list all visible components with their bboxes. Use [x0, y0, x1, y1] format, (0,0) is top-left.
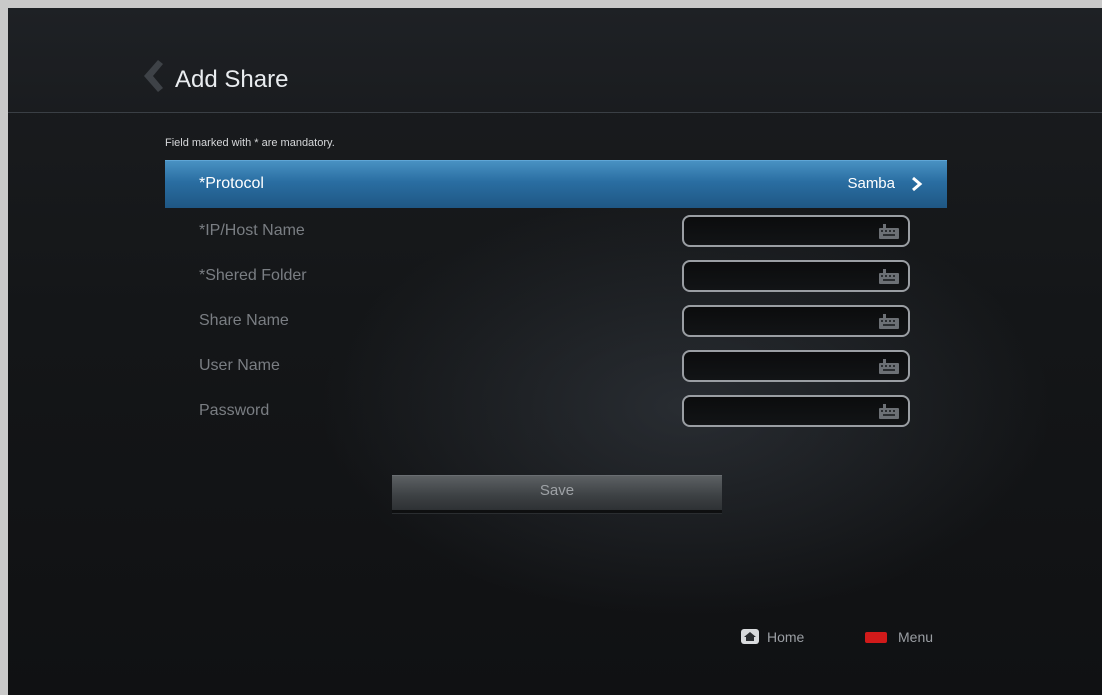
keyboard-icon[interactable]: [878, 223, 900, 240]
protocol-row[interactable]: *Protocol Samba: [165, 160, 947, 208]
protocol-value: Samba: [847, 175, 895, 192]
keyboard-icon[interactable]: [878, 358, 900, 375]
title-bar: Add Share: [8, 8, 1102, 113]
keyboard-icon[interactable]: [878, 268, 900, 285]
menu-label: Menu: [898, 629, 934, 645]
keyboard-icon[interactable]: [878, 403, 900, 420]
user-name-label: User Name: [199, 357, 280, 374]
share-name-input[interactable]: [682, 305, 910, 337]
password-row: Password: [165, 389, 947, 433]
password-input[interactable]: [682, 395, 910, 427]
ip-host-name-input[interactable]: [682, 215, 910, 247]
chevron-right-icon: [912, 176, 923, 192]
menu-key-icon: [865, 632, 887, 643]
share-name-label: Share Name: [199, 312, 289, 329]
page-title: Add Share: [175, 66, 289, 93]
share-name-row: Share Name: [165, 299, 947, 343]
back-chevron-icon[interactable]: [136, 58, 164, 94]
shared-folder-label: *Shered Folder: [199, 267, 307, 284]
home-icon: [741, 629, 759, 644]
save-button[interactable]: Save: [392, 475, 722, 510]
password-label: Password: [199, 402, 270, 419]
shared-folder-input[interactable]: [682, 260, 910, 292]
protocol-label: *Protocol: [199, 175, 264, 192]
keyboard-icon[interactable]: [878, 313, 900, 330]
user-name-row: User Name: [165, 344, 947, 388]
ip-host-name-row: *IP/Host Name: [165, 209, 947, 253]
screen: Add Share Field marked with * are mandat…: [8, 8, 1102, 695]
share-form: *Protocol Samba *IP/Host Name *Shered Fo…: [165, 160, 947, 434]
home-label: Home: [767, 629, 805, 645]
ip-host-name-label: *IP/Host Name: [199, 222, 305, 239]
user-name-input[interactable]: [682, 350, 910, 382]
mandatory-hint: Field marked with * are mandatory.: [165, 137, 335, 149]
shared-folder-row: *Shered Folder: [165, 254, 947, 298]
